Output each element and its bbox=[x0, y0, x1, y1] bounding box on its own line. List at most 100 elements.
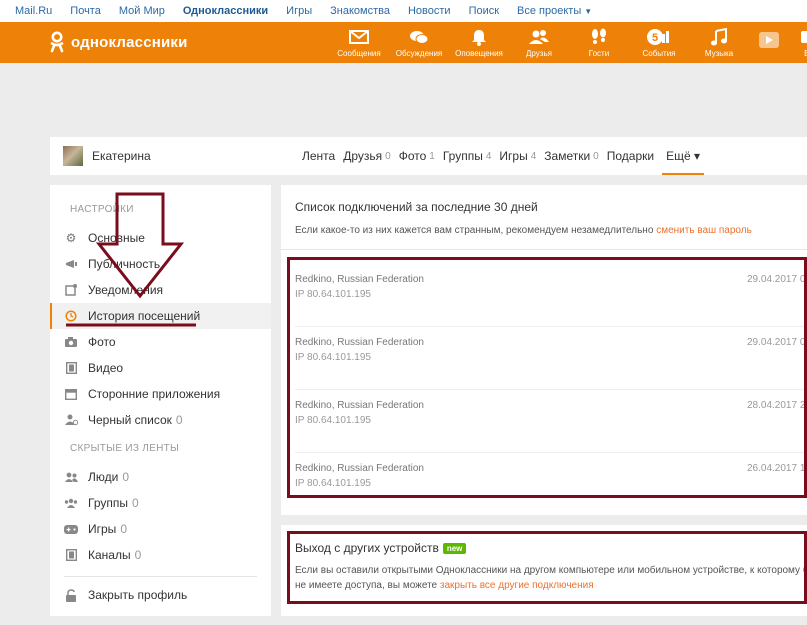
sidebar-item-photo[interactable]: Фото bbox=[50, 329, 271, 355]
nav-notifications[interactable]: Оповещения bbox=[449, 22, 509, 63]
sidebar-item-label: Игры bbox=[88, 522, 117, 536]
connection-row: Redkino, Russian Federation IP 80.64.101… bbox=[281, 453, 807, 516]
profile-name[interactable]: Екатерина bbox=[92, 149, 151, 163]
new-badge: new bbox=[442, 542, 467, 554]
nav-video-play[interactable] bbox=[749, 22, 789, 63]
connection-ip: IP 80.64.101.195 bbox=[295, 415, 371, 426]
sidebar-item-count: 0 bbox=[134, 548, 142, 562]
logout-devices-title-text: Выход с других устройств bbox=[295, 541, 439, 555]
change-password-link[interactable]: сменить ваш пароль bbox=[656, 225, 752, 236]
sidebar-item-close-profile[interactable]: Закрыть профиль bbox=[50, 582, 271, 608]
portal-link-games[interactable]: Игры bbox=[286, 5, 312, 17]
portal-link-moymir[interactable]: Мой Мир bbox=[119, 5, 165, 17]
nav-messages-label: Сообщения bbox=[337, 49, 381, 58]
sidebar-item-apps[interactable]: Сторонние приложения bbox=[50, 381, 271, 407]
sidebar-item-publicity[interactable]: Публичность bbox=[50, 251, 271, 277]
events-icon: 5 bbox=[647, 29, 669, 45]
tab-groups-label: Группы bbox=[442, 149, 483, 163]
sidebar-item-label: Люди bbox=[88, 470, 119, 484]
logout-devices-text: Если вы оставили открытыми Одноклассники… bbox=[295, 563, 807, 593]
sidebar-item-label: Уведомления bbox=[88, 283, 164, 297]
sidebar-item-label: Основные bbox=[88, 231, 145, 245]
nav-guests[interactable]: Гости bbox=[569, 22, 629, 63]
sidebar-item-video[interactable]: Видео bbox=[50, 355, 271, 381]
connections-panel: Список подключений за последние 30 дней … bbox=[281, 185, 807, 515]
sidebar-item-label: Фото bbox=[88, 335, 116, 349]
tab-photos[interactable]: Фото 1 bbox=[399, 137, 435, 175]
envelope-icon bbox=[349, 30, 369, 44]
nav-events-label: События bbox=[642, 49, 676, 58]
nav-discussions-label: Обсуждения bbox=[395, 49, 443, 58]
portal-link-mail[interactable]: Почта bbox=[70, 5, 101, 17]
sidebar-item-history[interactable]: История посещений bbox=[50, 303, 271, 329]
connection-date: 29.04.2017 0 bbox=[747, 274, 806, 285]
connection-row: Redkino, Russian Federation IP 80.64.101… bbox=[281, 264, 807, 327]
sidebar-item-notifications[interactable]: Уведомления bbox=[50, 277, 271, 303]
tab-games-count: 4 bbox=[530, 150, 537, 162]
tab-notes[interactable]: Заметки 0 bbox=[544, 137, 598, 175]
settings-sidebar: НАСТРОЙКИ ⚙ Основные Публичность Уведомл… bbox=[50, 185, 271, 616]
tab-feed[interactable]: Лента bbox=[302, 137, 335, 175]
connection-ip: IP 80.64.101.195 bbox=[295, 478, 371, 489]
connections-divider bbox=[281, 249, 807, 250]
ok-logo-icon bbox=[50, 31, 64, 53]
sidebar-item-people[interactable]: Люди 0 bbox=[50, 464, 271, 490]
history-clock-icon bbox=[64, 309, 78, 323]
group-icon bbox=[64, 496, 78, 510]
connection-location: Redkino, Russian Federation bbox=[295, 274, 424, 285]
tab-games-label: Игры bbox=[499, 149, 528, 163]
sidebar-item-label: Каналы bbox=[88, 548, 131, 562]
nav-music-label: Музыка bbox=[704, 49, 734, 58]
nav-events[interactable]: 5 События bbox=[629, 22, 689, 63]
sidebar-item-label: Группы bbox=[88, 496, 128, 510]
portal-link-all-projects[interactable]: Все проекты ▼ bbox=[517, 5, 592, 17]
main-header: одноклассники Сообщения Обсуждения Опове… bbox=[0, 22, 807, 63]
bell-icon bbox=[472, 29, 486, 46]
tab-more[interactable]: Ещё ▾ bbox=[662, 137, 704, 175]
nav-friends-label: Друзья bbox=[526, 49, 552, 58]
nav-discussions[interactable]: Обсуждения bbox=[389, 22, 449, 63]
channel-icon bbox=[64, 548, 78, 562]
avatar[interactable] bbox=[63, 146, 83, 166]
tab-notes-count: 0 bbox=[593, 150, 599, 162]
sidebar-item-label: Черный список bbox=[88, 413, 172, 427]
portal-link-search[interactable]: Поиск bbox=[469, 5, 499, 17]
portal-link-odnoklassniki[interactable]: Одноклассники bbox=[183, 5, 268, 17]
connection-location: Redkino, Russian Federation bbox=[295, 400, 424, 411]
nav-guests-label: Гости bbox=[588, 49, 610, 58]
tab-friends[interactable]: Друзья 0 bbox=[343, 137, 390, 175]
ok-logo[interactable]: одноклассники bbox=[50, 31, 188, 53]
tab-friends-label: Друзья bbox=[343, 149, 383, 163]
sidebar-item-label: История посещений bbox=[88, 309, 201, 323]
nav-video[interactable]: Ви bbox=[789, 22, 807, 63]
portal-link-news[interactable]: Новости bbox=[408, 5, 451, 17]
hidden-section-title: СКРЫТЫЕ ИЗ ЛЕНТЫ bbox=[70, 443, 180, 454]
nav-friends[interactable]: Друзья bbox=[509, 22, 569, 63]
sidebar-item-label: Сторонние приложения bbox=[88, 387, 221, 401]
sidebar-item-channels[interactable]: Каналы 0 bbox=[50, 542, 271, 568]
sidebar-item-groups[interactable]: Группы 0 bbox=[50, 490, 271, 516]
megaphone-icon bbox=[64, 257, 78, 271]
gamepad-icon bbox=[64, 522, 78, 536]
connections-title: Список подключений за последние 30 дней bbox=[295, 200, 538, 214]
film-icon bbox=[64, 361, 78, 375]
sidebar-item-basic[interactable]: ⚙ Основные bbox=[50, 225, 271, 251]
profile-bar: Екатерина Лента Друзья 0 Фото 1 Группы 4 Иг… bbox=[50, 137, 807, 175]
sidebar-item-blacklist[interactable]: Черный список 0 bbox=[50, 407, 271, 433]
portal-link-mailru[interactable]: Mail.Ru bbox=[15, 5, 52, 17]
connections-hint-text: Если какое-то из них кажется вам странны… bbox=[295, 225, 654, 236]
tab-photos-count: 1 bbox=[429, 150, 435, 162]
logout-devices-title: Выход с других устройств new bbox=[295, 541, 467, 555]
nav-music[interactable]: Музыка bbox=[689, 22, 749, 63]
tab-gifts[interactable]: Подарки bbox=[607, 137, 654, 175]
tab-groups[interactable]: Группы 4 bbox=[443, 137, 492, 175]
portal-link-dating[interactable]: Знакомства bbox=[330, 5, 390, 17]
tab-games[interactable]: Игры 4 bbox=[499, 137, 536, 175]
logout-text-line2: не имеете доступа, вы можете bbox=[295, 580, 438, 591]
music-note-icon bbox=[711, 28, 727, 46]
nav-messages[interactable]: Сообщения bbox=[329, 22, 389, 63]
sidebar-item-games[interactable]: Игры 0 bbox=[50, 516, 271, 542]
lock-icon bbox=[64, 588, 78, 602]
close-all-connections-link[interactable]: закрыть все другие подключения bbox=[440, 580, 594, 591]
notification-icon bbox=[64, 283, 78, 297]
